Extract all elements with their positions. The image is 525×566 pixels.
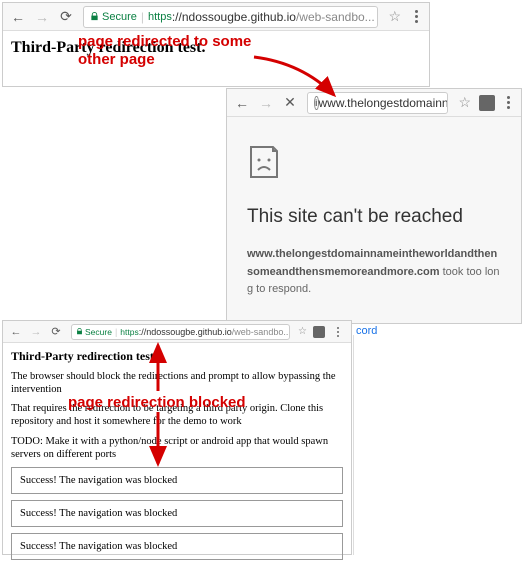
address-bar[interactable]: i www.thelongestdomainnamei... [307,92,448,114]
bookmark-star-icon[interactable]: ☆ [454,94,475,111]
url-scheme: https [148,11,172,23]
secure-indicator: Secure [90,11,137,23]
menu-button[interactable] [407,10,425,23]
menu-button[interactable] [329,327,347,337]
success-message: Success! The navigation was blocked [11,533,343,560]
bookmark-star-icon[interactable]: ☆ [296,326,309,337]
right-browser-window: ← → ✕ i www.thelongestdomainnamei... ☆ T… [226,88,522,324]
menu-button[interactable] [499,96,517,109]
back-button[interactable]: ← [7,6,29,28]
success-message: Success! The navigation was blocked [11,500,343,527]
secure-label: Secure [102,11,137,23]
url-scheme: https [120,327,138,337]
address-bar[interactable]: Secure | https ://ndossougbe.github.io /… [83,6,378,28]
bottom-browser-window: ← → ⟳ Secure | https ://ndossougbe.githu… [2,320,352,555]
address-bar[interactable]: Secure | https ://ndossougbe.github.io /… [71,324,290,340]
page-heading: Third-Party redirection test. [11,349,343,364]
url-host: ://ndossougbe.github.io [139,327,232,337]
separator: | [115,327,117,337]
error-heading: This site can't be reached [247,206,501,228]
url-text: www.thelongestdomainnamei... [319,96,449,110]
separator: | [141,10,144,24]
extension-icon[interactable] [479,95,495,111]
back-button[interactable]: ← [231,92,253,114]
forward-button[interactable]: → [27,323,45,341]
lock-icon [90,12,99,21]
bottom-toolbar: ← → ⟳ Secure | https ://ndossougbe.githu… [3,321,351,343]
error-page-content: This site can't be reached www.thelonges… [227,117,521,323]
lock-icon [76,328,83,335]
stop-button[interactable]: ✕ [279,92,301,114]
forward-button[interactable]: → [255,92,277,114]
url-path: /web-sandbo... [232,327,290,337]
blank-panel [353,335,523,555]
paragraph: TODO: Make it with a python/node script … [11,435,343,461]
top-page-content: Third-Party redirection test. [3,31,429,65]
secure-label: Secure [85,327,112,337]
top-toolbar: ← → ⟳ Secure | https ://ndossougbe.githu… [3,3,429,31]
reload-button[interactable]: ⟳ [47,323,65,341]
error-detail: www.thelongestdomainnameintheworldandthe… [247,246,501,299]
forward-button[interactable]: → [31,6,53,28]
secure-indicator: Secure [76,327,112,337]
extension-icon[interactable] [313,326,325,338]
sad-page-icon [247,145,501,184]
paragraph: That requires the redirection to be targ… [11,402,343,428]
paragraph: The browser should block the redirection… [11,370,343,396]
url-path: /web-sandbo... [296,10,375,24]
bookmark-star-icon[interactable]: ☆ [384,8,405,25]
right-toolbar: ← → ✕ i www.thelongestdomainnamei... ☆ [227,89,521,117]
url-host: ://ndossougbe.github.io [172,10,296,24]
page-heading: Third-Party redirection test. [11,39,421,57]
success-message: Success! The navigation was blocked [11,467,343,494]
back-button[interactable]: ← [7,323,25,341]
reload-button[interactable]: ⟳ [55,6,77,28]
top-browser-window: ← → ⟳ Secure | https ://ndossougbe.githu… [2,2,430,87]
bottom-page-content: Third-Party redirection test. The browse… [3,343,351,566]
